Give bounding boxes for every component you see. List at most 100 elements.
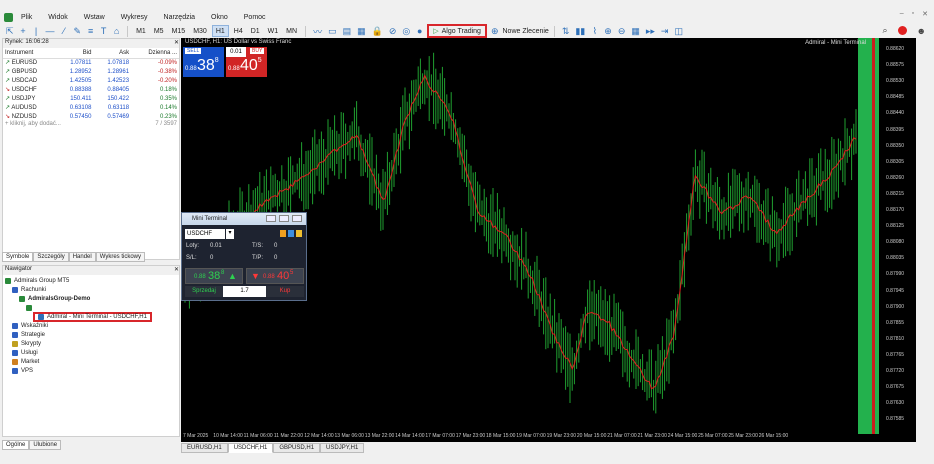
tab-trading[interactable]: Handel [68, 252, 96, 262]
mini-terminal-titlebar[interactable]: Mini Terminal [182, 213, 306, 225]
horizontal-line-icon[interactable]: — [44, 25, 57, 37]
navigator-item[interactable]: Admirals Group MT5 [3, 276, 179, 285]
col-ask[interactable]: Ask [93, 48, 132, 59]
new-order-button[interactable]: Nowe Zlecenie [503, 28, 549, 35]
tab-symbols[interactable]: Symbole [2, 252, 34, 262]
tile-windows-icon[interactable]: ▦ [629, 25, 642, 37]
tf-d1[interactable]: D1 [248, 25, 263, 37]
col-bid[interactable]: Bid [55, 48, 94, 59]
tf-m5[interactable]: M5 [151, 25, 167, 37]
crosshair-icon[interactable]: + [18, 25, 29, 37]
tools-icon[interactable]: ✎ [72, 25, 84, 37]
navigator-item[interactable]: Wskaźniki [3, 321, 179, 330]
col-daily-change[interactable]: Dzienna ... [131, 48, 179, 59]
navigator-item[interactable]: Usługi [3, 348, 179, 357]
add-symbol-row[interactable]: + kliknij, aby dodać... [5, 121, 61, 127]
crosshair-pointer-icon[interactable]: ⇱ [4, 25, 16, 37]
chart-type-icon[interactable]: 〰 [311, 25, 324, 37]
buy-label[interactable]: Kup [266, 286, 304, 297]
algo-trading-button[interactable]: ▷ Algo Trading [427, 24, 487, 38]
minimize-button[interactable] [266, 215, 276, 222]
chart-tab-gbpusd[interactable]: GBPUSD,H1 [273, 443, 321, 453]
tf-m15[interactable]: M15 [169, 25, 189, 37]
settings-icon[interactable] [280, 230, 286, 237]
table-row[interactable]: ↗ AUDUSD 0.63108 0.63118 0.14% [3, 103, 179, 112]
restore-button[interactable]: ▫ [912, 10, 914, 18]
tab-favorites[interactable]: Ulubione [29, 440, 62, 450]
table-row[interactable]: ↗ USDJPY 150.411 150.422 0.35% [3, 94, 179, 103]
alert-icon[interactable] [296, 230, 302, 237]
market-icon[interactable]: ● [414, 25, 425, 37]
tp-input[interactable]: 0 [274, 255, 277, 261]
lots-input[interactable]: 0.01 [210, 243, 222, 249]
close-icon[interactable]: ✕ [174, 39, 179, 48]
trendline-icon[interactable]: ⁄ [59, 25, 70, 37]
lock-icon[interactable]: 🔒 [370, 25, 385, 37]
account-icon[interactable]: ☻ [917, 26, 926, 36]
signals-icon[interactable]: ◎ [400, 25, 412, 37]
table-row[interactable]: ↘ NZDUSD 0.57450 0.57469 0.23% [3, 112, 179, 121]
new-order-icon[interactable]: ⊕ [489, 25, 501, 37]
menu-charts[interactable]: Wykresy [121, 14, 148, 21]
quantity-input[interactable]: 1.7 [223, 286, 266, 297]
zoom-in-icon[interactable]: ⊕ [602, 25, 614, 37]
text-icon[interactable]: T [98, 25, 109, 37]
menu-tools[interactable]: Narzędzia [164, 14, 196, 21]
sl-input[interactable]: 0 [210, 255, 213, 261]
chart-tab-usdjpy[interactable]: USDJPY,H1 [320, 443, 365, 453]
menu-view[interactable]: Widok [48, 14, 67, 21]
ide-icon[interactable]: ▦ [355, 25, 368, 37]
zoom-out-icon[interactable]: ⊖ [616, 25, 628, 37]
chart-tab-eurusd[interactable]: EURUSD,H1 [181, 443, 228, 453]
table-row[interactable]: ↗ EURUSD 1.07811 1.07818 -0.09% [3, 58, 179, 67]
channel-icon[interactable]: ≡ [85, 25, 96, 37]
maximize-button[interactable] [279, 215, 289, 222]
table-row[interactable]: ↗ GBPUSD 1.28952 1.28961 -0.38% [3, 67, 179, 76]
chart-shift-icon[interactable]: ⇥ [659, 25, 671, 37]
strategy-tester-icon[interactable]: ⊘ [387, 25, 399, 37]
navigator-item[interactable]: VPS [3, 366, 179, 375]
shapes-icon[interactable]: ⌂ [111, 25, 122, 37]
template-icon[interactable]: ▭ [326, 25, 339, 37]
tf-m30[interactable]: M30 [190, 25, 210, 37]
minimize-button[interactable]: ‒ [900, 10, 904, 18]
navigator-item[interactable]: Skrypty [3, 339, 179, 348]
table-row[interactable]: ↗ USDCAD 1.42505 1.42523 -0.20% [3, 76, 179, 85]
table-row[interactable]: ↘ USDCHF 0.88388 0.88405 0.18% [3, 85, 179, 94]
tab-tick-chart[interactable]: Wykres tickowy [95, 252, 146, 262]
chevron-down-icon[interactable]: ▾ [226, 229, 234, 239]
tf-mn[interactable]: MN [283, 25, 300, 37]
search-icon[interactable]: ⌕ [882, 25, 887, 36]
tab-details[interactable]: Szczegóły [33, 252, 69, 262]
navigator-item[interactable]: Market [3, 357, 179, 366]
candles-icon[interactable]: ▮▮ [573, 25, 587, 37]
mini-buy-button[interactable]: ▼ 0.88 40 5 [246, 268, 304, 284]
tf-h4[interactable]: H4 [231, 25, 246, 37]
line-chart-icon[interactable]: ⌇ [589, 25, 600, 37]
sell-button[interactable]: SELL 0.88 388 [183, 47, 224, 77]
tab-general[interactable]: Ogólne [2, 440, 30, 450]
tf-h1[interactable]: H1 [211, 25, 229, 37]
tf-w1[interactable]: W1 [265, 25, 282, 37]
menu-file[interactable]: Plik [21, 14, 32, 21]
close-button[interactable] [292, 215, 302, 222]
close-button[interactable]: ✕ [922, 10, 928, 18]
menu-window[interactable]: Okno [211, 14, 228, 21]
depth-of-market-icon[interactable]: ⇅ [560, 25, 572, 37]
autoscroll-icon[interactable]: ▸▸ [644, 25, 657, 37]
menu-insert[interactable]: Wstaw [84, 14, 105, 21]
trailing-stop-input[interactable]: 0 [274, 243, 277, 249]
navigator-item[interactable]: Strategie [3, 330, 179, 339]
screenshot-icon[interactable]: ◫ [672, 25, 685, 37]
tf-m1[interactable]: M1 [133, 25, 149, 37]
notification-icon[interactable] [897, 26, 907, 35]
chart-tab-usdchf[interactable]: USDCHF,H1 [227, 443, 274, 453]
sell-label[interactable]: Sprzedaj [185, 286, 223, 297]
info-icon[interactable] [288, 230, 294, 237]
vertical-line-icon[interactable]: | [31, 25, 42, 37]
navigator-item[interactable]: Rachunki [3, 285, 179, 294]
close-icon[interactable]: ✕ [174, 266, 179, 275]
indicator-icon[interactable]: ▤ [341, 25, 354, 37]
symbol-select[interactable]: USDCHF [185, 229, 225, 239]
col-instrument[interactable]: Instrument [3, 48, 56, 59]
